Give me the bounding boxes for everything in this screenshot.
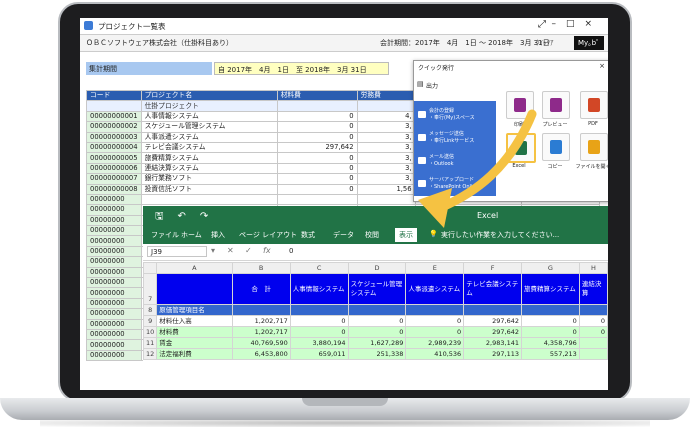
arrow-icon	[418, 109, 537, 228]
laptop-shadow	[40, 419, 650, 427]
laptop-notch	[302, 398, 388, 406]
screen: プロジェクト一覧表 ⤢ –□× ＯＢＣソフトウェア株式会社（仕掛科目あり） 会計…	[80, 18, 608, 390]
